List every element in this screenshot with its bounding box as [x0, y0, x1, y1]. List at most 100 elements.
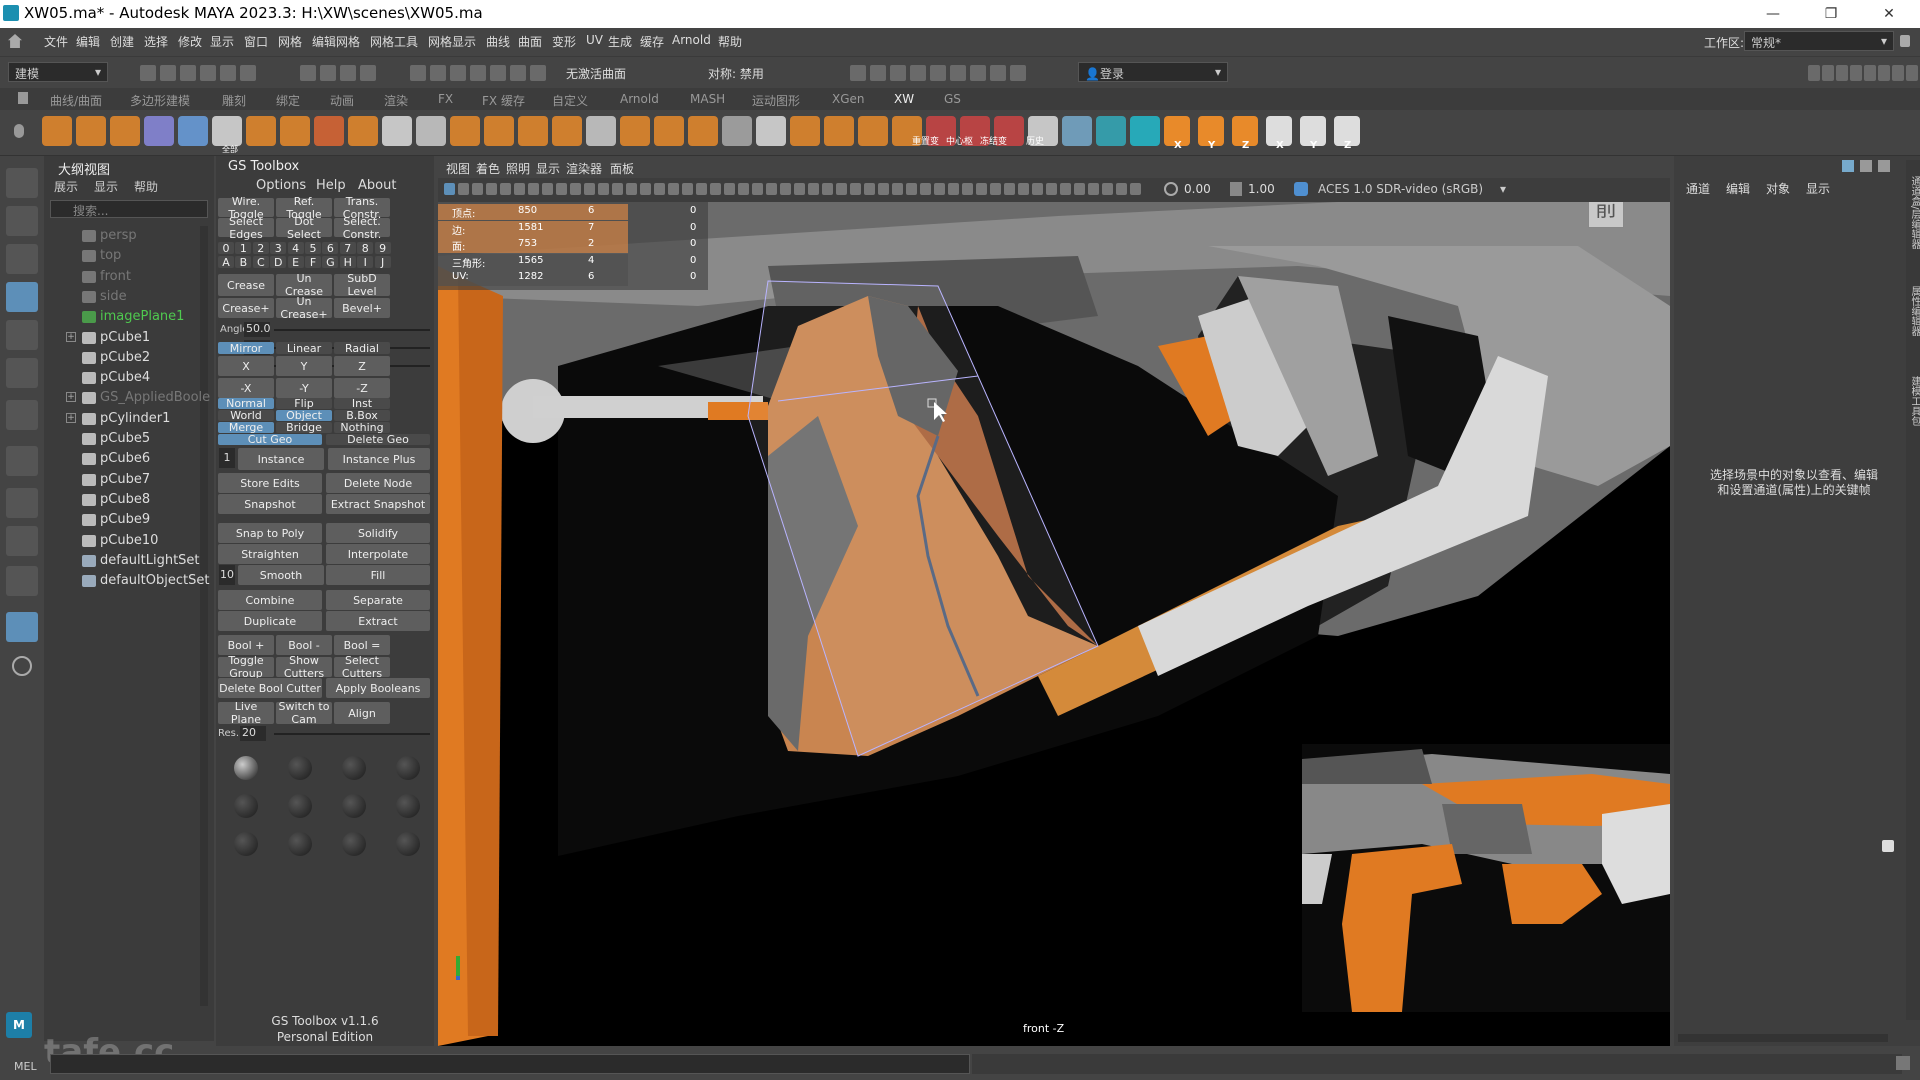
outliner-item-top[interactable]: top	[44, 246, 212, 266]
outliner-item-side[interactable]: side	[44, 287, 212, 307]
gs-digit-button[interactable]: 6	[322, 242, 339, 255]
viewport-tool-icon[interactable]	[962, 183, 973, 195]
status-tool-icon[interactable]	[990, 65, 1006, 81]
viewport-tool-icon[interactable]	[570, 183, 581, 195]
gs-combine-a-button[interactable]: Combine	[218, 590, 322, 610]
shelf-tool-icon[interactable]	[518, 116, 548, 146]
gs-naxes-button[interactable]: -Z	[334, 378, 390, 398]
lock-icon[interactable]	[1900, 35, 1910, 47]
gs-letter-button[interactable]: A	[218, 256, 234, 269]
menu-0[interactable]: 文件	[44, 33, 68, 50]
shelf-tool-icon[interactable]	[858, 116, 888, 146]
outliner-menu-show[interactable]: 展示	[54, 178, 78, 195]
viewport-tool-icon[interactable]	[836, 183, 847, 195]
restore-button[interactable]: ❐	[1808, 2, 1854, 26]
shelf-tool-icon[interactable]	[144, 116, 174, 146]
viewport-menu-5[interactable]: 面板	[610, 160, 634, 177]
gs-bool-button[interactable]: Bool -	[276, 635, 332, 655]
outliner-layout-icon[interactable]	[6, 612, 38, 642]
status-tool-icon[interactable]	[200, 65, 216, 81]
select-tool-icon[interactable]	[6, 168, 38, 198]
close-button[interactable]: ✕	[1866, 2, 1912, 26]
gs-crease2-button[interactable]: Un Crease+	[276, 295, 332, 321]
gs-material-swatch[interactable]	[342, 832, 366, 856]
gs-axes-button[interactable]: Y	[276, 356, 332, 376]
gs-row2-button[interactable]: Dot Select	[276, 215, 332, 241]
workspace-dropdown[interactable]: 常规* ▾	[1744, 31, 1894, 51]
gs-duplicate-b-button[interactable]: Extract	[326, 611, 430, 631]
status-tool-icon[interactable]	[180, 65, 196, 81]
viewport-tool-icon[interactable]	[528, 183, 539, 195]
viewport-tool-icon[interactable]	[1088, 183, 1099, 195]
viewport-tool-icon[interactable]	[794, 183, 805, 195]
menu-17[interactable]: Arnold	[672, 33, 711, 47]
menu-5[interactable]: 显示	[210, 33, 234, 50]
outliner-menu-help[interactable]: 帮助	[134, 178, 158, 195]
channel-scrollbar[interactable]	[1678, 1034, 1888, 1042]
viewport-tool-icon[interactable]	[1074, 183, 1085, 195]
gs-material-swatch[interactable]	[234, 794, 258, 818]
mel-input[interactable]	[50, 1054, 970, 1074]
shelf-tool-icon[interactable]	[688, 116, 718, 146]
gs-modes2-button[interactable]: B.Box	[334, 409, 390, 422]
shelf-tab-14[interactable]: GS	[944, 92, 961, 106]
outliner-item-defaultObjectSet[interactable]: defaultObjectSet	[44, 571, 212, 591]
viewport-tool-icon[interactable]	[850, 183, 861, 195]
outliner-item-pCube9[interactable]: pCube9	[44, 510, 212, 530]
outliner-item-pCube6[interactable]: pCube6	[44, 449, 212, 469]
viewport-tool-icon[interactable]	[948, 183, 959, 195]
shelf-tool-icon[interactable]	[586, 116, 616, 146]
gs-apply-booleans-button[interactable]: Apply Booleans	[326, 678, 430, 698]
gs-bool-button[interactable]: Bool +	[218, 635, 274, 655]
gs-instance-count[interactable]: 1	[219, 448, 235, 468]
channel-options-icon[interactable]	[1878, 160, 1890, 172]
viewport-tool-icon[interactable]	[878, 183, 889, 195]
shelf-tool-icon[interactable]	[212, 116, 242, 146]
status-tool-icon[interactable]	[240, 65, 256, 81]
viewport-tool-icon[interactable]	[1032, 183, 1043, 195]
gs-letter-button[interactable]: H	[339, 256, 356, 269]
shelf-tool-icon[interactable]	[756, 116, 786, 146]
search-icon[interactable]	[12, 656, 32, 676]
gs-axes-button[interactable]: X	[218, 356, 274, 376]
gs-digit-button[interactable]: 0	[218, 242, 234, 255]
viewport-tool-icon[interactable]	[808, 183, 819, 195]
shelf-tool-icon[interactable]	[722, 116, 752, 146]
gs-duplicate-a-button[interactable]: Duplicate	[218, 611, 322, 631]
viewport-tool-icon[interactable]	[682, 183, 693, 195]
shelf-tab-0[interactable]: 曲线/曲面	[50, 92, 102, 109]
gs-naxes-button[interactable]: -Y	[276, 378, 332, 398]
gs-crease2-button[interactable]: Bevel+	[334, 298, 390, 318]
status-tool-icon[interactable]	[320, 65, 336, 81]
gs-menu-help[interactable]: Help	[316, 178, 346, 193]
viewport-tool-icon[interactable]	[822, 183, 833, 195]
color-management-icon[interactable]	[1294, 182, 1308, 196]
side-tab-channel-box[interactable]: 通道盒/层编辑器	[1906, 176, 1920, 249]
gs-straight-b-button[interactable]: Interpolate	[326, 544, 430, 564]
status-tool-icon[interactable]	[930, 65, 946, 81]
gs-snapshot-a-button[interactable]: Snapshot	[218, 494, 322, 514]
shelf-tool-icon[interactable]	[552, 116, 582, 146]
shelf-tool-icon[interactable]	[654, 116, 684, 146]
viewport-menu-1[interactable]: 着色	[476, 160, 500, 177]
gs-smooth-a-button[interactable]: Smooth	[238, 565, 324, 585]
outliner-item-pCube1[interactable]: + pCube1	[44, 328, 212, 348]
menu-16[interactable]: 缓存	[640, 33, 664, 50]
gs-menu-options[interactable]: Options	[256, 178, 306, 193]
outliner-item-pCube7[interactable]: pCube7	[44, 470, 212, 490]
menu-14[interactable]: UV	[586, 33, 603, 47]
shelf-tool-icon[interactable]	[42, 116, 72, 146]
viewport-tool-icon[interactable]	[556, 183, 567, 195]
status-tool-icon[interactable]	[220, 65, 236, 81]
channel-tab-1[interactable]: 编辑	[1726, 180, 1750, 197]
shelf-tab-12[interactable]: XGen	[832, 92, 865, 106]
outliner-item-pCylinder1[interactable]: + pCylinder1	[44, 409, 212, 429]
gs-naxes-button[interactable]: -X	[218, 378, 274, 398]
expand-icon[interactable]: +	[66, 392, 76, 403]
status-tool-icon[interactable]	[850, 65, 866, 81]
outliner-item-GS_AppliedBoole[interactable]: + GS_AppliedBoole	[44, 388, 212, 408]
rotate-tool-icon[interactable]	[6, 320, 38, 350]
viewport-panel[interactable]: 顶点: 850 6 0 边: 1581 7 0 面: 753 2 0 三角形: 1565 4 0 UV: 1282…	[438, 156, 1670, 1046]
shelf-tool-icon[interactable]	[382, 116, 412, 146]
shelf-tab-2[interactable]: 雕刻	[222, 92, 246, 109]
